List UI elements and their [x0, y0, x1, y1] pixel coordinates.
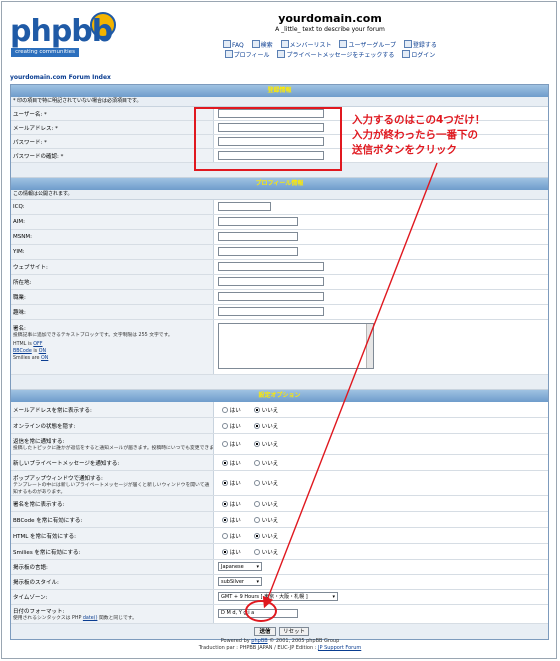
annotation-circle — [245, 600, 277, 622]
footer-line-1: Powered by phpBB © 2001, 2005 phpBB Grou… — [220, 638, 340, 644]
jp-support-link[interactable]: JP Support Forum — [318, 645, 361, 651]
footer-line-2: Traduction par : PHPBB JAPAN / EUC-JP Ed… — [198, 645, 362, 651]
phpbb-link[interactable]: phpBB — [251, 638, 267, 644]
annotation-arrow — [262, 162, 438, 609]
